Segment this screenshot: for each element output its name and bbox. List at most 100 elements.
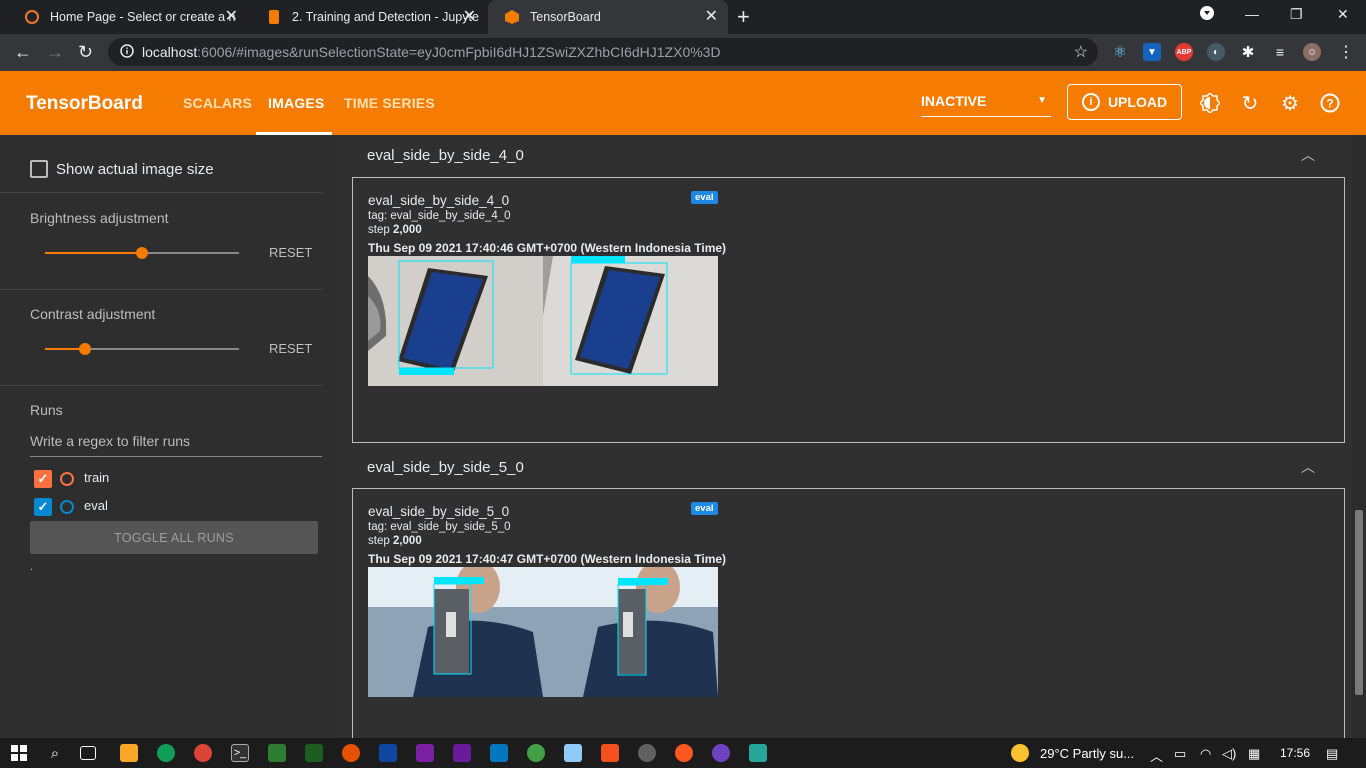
wifi-icon[interactable]: ◠ [1200,746,1211,762]
card-tag: tag: eval_side_by_side_4_0 [368,210,511,222]
extensions-puzzle-icon[interactable]: ✱ [1239,43,1257,61]
run-badge: eval [691,191,718,204]
tab-training-detection[interactable]: 2. Training and Detection - Jupyte ✕ [250,0,486,34]
ground-truth-image [368,256,543,386]
contrast-slider-knob[interactable] [79,343,91,355]
search-icon[interactable]: ⌕ [46,744,64,762]
toggle-all-runs-button[interactable]: TOGGLE ALL RUNS [30,521,318,554]
main-scrollbar[interactable] [1352,135,1366,738]
brightness-slider-fill [45,252,142,254]
settings-gear-icon[interactable]: ⚙ [1279,92,1301,115]
close-icon[interactable]: ✕ [463,8,476,26]
vscode-icon[interactable] [490,744,508,762]
card-step: step 2,000 [368,224,422,236]
new-tab-button[interactable]: + [737,5,750,29]
postman-icon[interactable] [675,744,693,762]
pycharm-icon[interactable] [305,744,323,762]
dark-mode-icon[interactable] [1199,92,1221,114]
android-studio-icon[interactable] [527,744,545,762]
profile-menu-icon[interactable] [1200,6,1214,23]
windows-start-icon[interactable] [10,744,28,762]
tensorboard-logo[interactable]: TensorBoard [26,93,143,115]
help-icon[interactable]: ? [1319,92,1341,114]
tab-scalars[interactable]: SCALARS [183,95,252,111]
file-explorer-icon[interactable] [120,744,138,762]
plugin-select[interactable]: INACTIVE ▼ [921,93,1051,117]
adblock-plus-icon[interactable]: ABP [1175,43,1193,61]
weather-text[interactable]: 29°C Partly su... [1040,746,1134,761]
tab-label: 2. Training and Detection - Jupyte [292,10,479,24]
restore-icon[interactable]: ❐ [1290,6,1303,23]
refresh-icon[interactable]: ↻ [1239,92,1261,115]
xampp-icon[interactable] [601,744,619,762]
detection-image[interactable] [368,567,718,697]
tab-label: Home Page - Select or create a n [50,10,236,24]
tensorboard-header: TensorBoard SCALARS IMAGES TIME SERIES I… [0,71,1366,135]
chevron-up-icon[interactable]: ︿ [1301,457,1315,477]
app-icon[interactable] [268,744,286,762]
tab-time-series[interactable]: TIME SERIES [344,95,435,111]
brightness-section: Brightness adjustment RESET [0,193,322,290]
reload-icon[interactable]: ↻ [78,42,93,62]
visual-studio-icon[interactable] [453,744,471,762]
ubuntu-icon[interactable] [342,744,360,762]
close-icon[interactable]: ✕ [225,8,238,26]
github-desktop-icon[interactable] [712,744,730,762]
brightness-slider-knob[interactable] [136,247,148,259]
tab-images[interactable]: IMAGES [268,95,324,111]
bookmark-star-icon[interactable]: ☆ [1074,42,1088,62]
group-header[interactable]: eval_side_by_side_4_0 ︿ [352,135,1345,175]
run-eval-checkbox[interactable]: ✓ [34,498,52,516]
close-icon[interactable]: ✕ [705,8,718,26]
tray-expand-icon[interactable]: ︿ [1150,746,1163,765]
close-window-icon[interactable]: ✕ [1337,6,1349,23]
translate-extension-icon[interactable]: ◐ [1207,43,1225,61]
brightness-reset-button[interactable]: RESET [269,245,312,260]
contrast-reset-button[interactable]: RESET [269,341,312,356]
chevron-up-icon[interactable]: ︿ [1301,145,1315,165]
upload-label: UPLOAD [1107,94,1168,110]
address-bar[interactable]: localhost:6006/#images&runSelectionState… [108,38,1098,66]
tab-tensorboard[interactable]: TensorBoard ✕ [488,0,728,34]
run-train-checkbox[interactable]: ✓ [34,470,52,488]
terminal-icon[interactable]: >_ [231,744,249,762]
minimize-icon[interactable]: — [1245,6,1259,22]
run-train-label: train [84,470,110,485]
clock[interactable]: 17:56 [1280,746,1310,760]
run-train-color-icon [60,472,74,486]
runs-filter-input[interactable]: Write a regex to filter runs [30,433,322,457]
keyboard-icon[interactable]: ▦ [1248,746,1260,762]
detection-image[interactable] [368,256,718,386]
tab-home-page[interactable]: Home Page - Select or create a n ✕ [8,0,248,34]
paint-icon[interactable] [638,744,656,762]
app-icon-2[interactable] [416,744,434,762]
image-card: eval_side_by_side_5_0 eval tag: eval_sid… [352,488,1345,738]
virtualbox-icon[interactable] [564,744,582,762]
chrome-menu-icon[interactable]: ⋮ [1337,43,1355,61]
media-control-icon[interactable]: ≡ [1271,43,1289,61]
site-info-icon[interactable] [120,43,134,61]
upload-button[interactable]: i UPLOAD [1067,84,1182,120]
task-view-icon[interactable] [80,746,96,760]
notepad-icon[interactable] [749,744,767,762]
slack-icon[interactable] [379,744,397,762]
edge-icon[interactable] [157,744,175,762]
battery-icon[interactable]: ▭ [1174,746,1186,762]
forward-icon[interactable]: → [46,42,64,62]
volume-icon[interactable]: ◁) [1222,746,1236,762]
run-eval-color-icon [60,500,74,514]
jupyter-icon [24,9,40,25]
shield-extension-icon[interactable]: ▼ [1143,43,1161,61]
notifications-icon[interactable]: ▤ [1326,746,1338,762]
plugin-select-value: INACTIVE [921,93,987,109]
tensorboard-icon [504,9,520,25]
react-devtools-icon[interactable]: ⚛ [1111,43,1129,61]
show-actual-size-checkbox[interactable] [30,160,48,178]
weather-icon[interactable] [1011,744,1029,762]
group-header[interactable]: eval_side_by_side_5_0 ︿ [352,447,1345,487]
chrome-icon[interactable] [194,744,212,762]
avatar[interactable]: ☺ [1303,43,1321,61]
card-tag: tag: eval_side_by_side_5_0 [368,521,511,533]
scrollbar-thumb[interactable] [1355,510,1363,695]
back-icon[interactable]: ← [14,42,32,62]
